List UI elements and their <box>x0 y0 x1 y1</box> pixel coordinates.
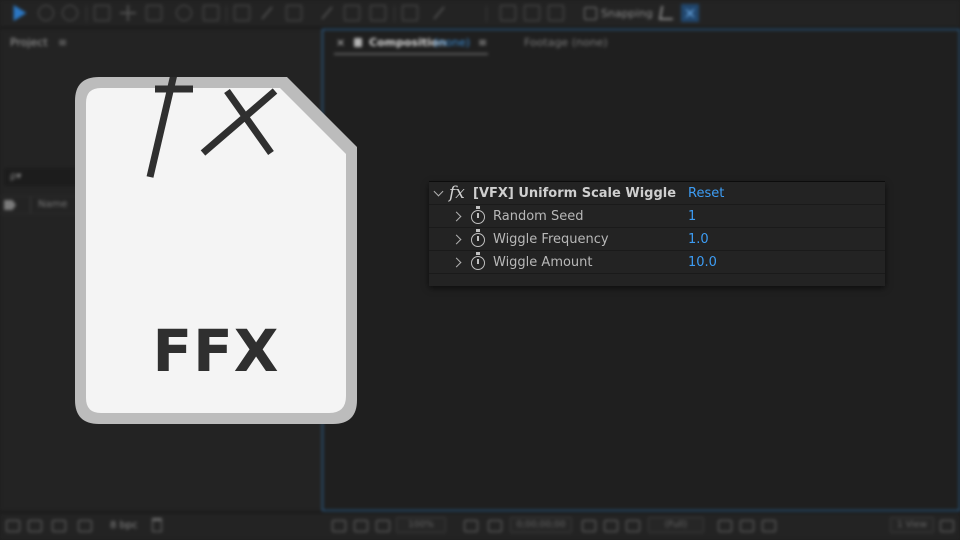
property-row-random-seed: Random Seed 1 <box>429 205 885 228</box>
resolution-dropdown[interactable]: (Full) <box>648 517 704 533</box>
composition-tab-value[interactable]: (none) <box>434 36 470 49</box>
project-settings-icon[interactable] <box>78 520 92 532</box>
composition-menu-icon[interactable]: ≡ <box>478 36 487 49</box>
reset-exposure-icon[interactable] <box>940 520 954 532</box>
3d-view-icon[interactable] <box>762 520 776 532</box>
toggle-grid-icon[interactable] <box>464 520 478 532</box>
new-folder-icon[interactable] <box>28 520 42 532</box>
project-search-icon: ρ▾ <box>10 171 22 182</box>
magnification-dropdown[interactable]: 100% <box>396 517 446 533</box>
pan-tool-icon[interactable] <box>120 5 136 21</box>
magnify-icon[interactable] <box>332 520 346 532</box>
clone-stamp-tool-icon[interactable] <box>344 5 360 21</box>
property-label: Wiggle Amount <box>493 255 593 270</box>
property-label: Wiggle Frequency <box>493 232 609 247</box>
active-tab-indicator <box>334 53 488 55</box>
fast-previews-icon[interactable] <box>718 520 732 532</box>
snap-toggle-icon[interactable]: × <box>681 4 699 22</box>
effect-name: [VFX] Uniform Scale Wiggle <box>473 186 677 201</box>
bit-depth-label[interactable]: 8 bpc <box>110 520 138 531</box>
channel-icon[interactable] <box>604 520 618 532</box>
local-axis-icon[interactable] <box>500 5 516 21</box>
toolbar-divider <box>486 6 487 22</box>
rectangle-tool-icon[interactable] <box>234 5 250 21</box>
property-label: Random Seed <box>493 209 584 224</box>
dolly-tool-icon[interactable] <box>146 5 162 21</box>
trash-icon[interactable] <box>152 518 162 532</box>
composition-lock-icon[interactable] <box>354 38 362 47</box>
rotate-tool-icon[interactable] <box>176 5 192 21</box>
column-divider <box>30 197 31 213</box>
effect-controls-panel: fx [VFX] Uniform Scale Wiggle Reset Rand… <box>429 182 885 286</box>
toolbar-divider <box>394 6 395 22</box>
stopwatch-icon[interactable] <box>471 206 485 224</box>
fx-icon[interactable]: fx <box>449 183 465 203</box>
mask-visibility-icon[interactable] <box>354 520 368 532</box>
file-extension-label: FFX <box>152 317 280 385</box>
view-axis-icon[interactable] <box>548 5 564 21</box>
composition-tab-close-icon[interactable]: × <box>336 36 345 49</box>
view-layout-dropdown[interactable]: 1 View <box>890 517 934 533</box>
fx-logo-icon <box>146 77 278 178</box>
snapping-checkbox[interactable] <box>584 7 597 20</box>
snap-options-icon[interactable] <box>658 6 676 20</box>
project-tab[interactable]: Project <box>10 36 48 49</box>
chevron-right-icon[interactable] <box>451 234 462 245</box>
world-axis-icon[interactable] <box>524 5 540 21</box>
chevron-down-icon[interactable] <box>433 186 444 197</box>
eraser-tool-icon[interactable] <box>370 5 386 21</box>
type-tool-icon[interactable] <box>286 5 302 21</box>
pan-behind-tool-icon[interactable] <box>203 5 219 21</box>
current-time-field[interactable]: 0;00;00;00 <box>510 517 572 533</box>
orbit-tool-icon[interactable] <box>94 5 110 21</box>
wiggle-frequency-value[interactable]: 1.0 <box>688 232 709 247</box>
property-row-wiggle-frequency: Wiggle Frequency 1.0 <box>429 228 885 251</box>
random-seed-value[interactable]: 1 <box>688 209 696 224</box>
roto-brush-tool-icon[interactable] <box>402 5 418 21</box>
toolbar-divider <box>86 6 87 22</box>
chevron-right-icon[interactable] <box>451 211 462 222</box>
snapshot-icon[interactable] <box>488 520 502 532</box>
interpret-footage-icon[interactable] <box>6 520 20 532</box>
toolbar-divider <box>226 6 227 22</box>
chevron-right-icon[interactable] <box>451 257 462 268</box>
zoom-tool-icon[interactable] <box>62 5 78 21</box>
region-of-interest-icon[interactable] <box>376 520 390 532</box>
new-composition-icon[interactable] <box>52 520 66 532</box>
wiggle-amount-value[interactable]: 10.0 <box>688 255 717 270</box>
hand-tool-icon[interactable] <box>38 5 54 21</box>
ffx-file-icon: FFX <box>75 77 357 424</box>
camera-icon[interactable] <box>582 520 596 532</box>
color-management-icon[interactable] <box>626 520 640 532</box>
effect-header-row[interactable]: fx [VFX] Uniform Scale Wiggle Reset <box>429 182 885 205</box>
name-column-header[interactable]: Name <box>38 199 68 210</box>
footage-tab[interactable]: Footage (none) <box>524 36 608 49</box>
stopwatch-icon[interactable] <box>471 229 485 247</box>
stopwatch-icon[interactable] <box>471 252 485 270</box>
bottom-status-bar <box>0 512 960 540</box>
tools-toolbar <box>0 0 960 28</box>
project-menu-icon[interactable]: ≡ <box>58 36 67 49</box>
transparency-grid-icon[interactable] <box>740 520 754 532</box>
reset-button[interactable]: Reset <box>688 186 724 201</box>
snapping-label: Snapping <box>601 7 653 20</box>
property-row-wiggle-amount: Wiggle Amount 10.0 <box>429 251 885 274</box>
